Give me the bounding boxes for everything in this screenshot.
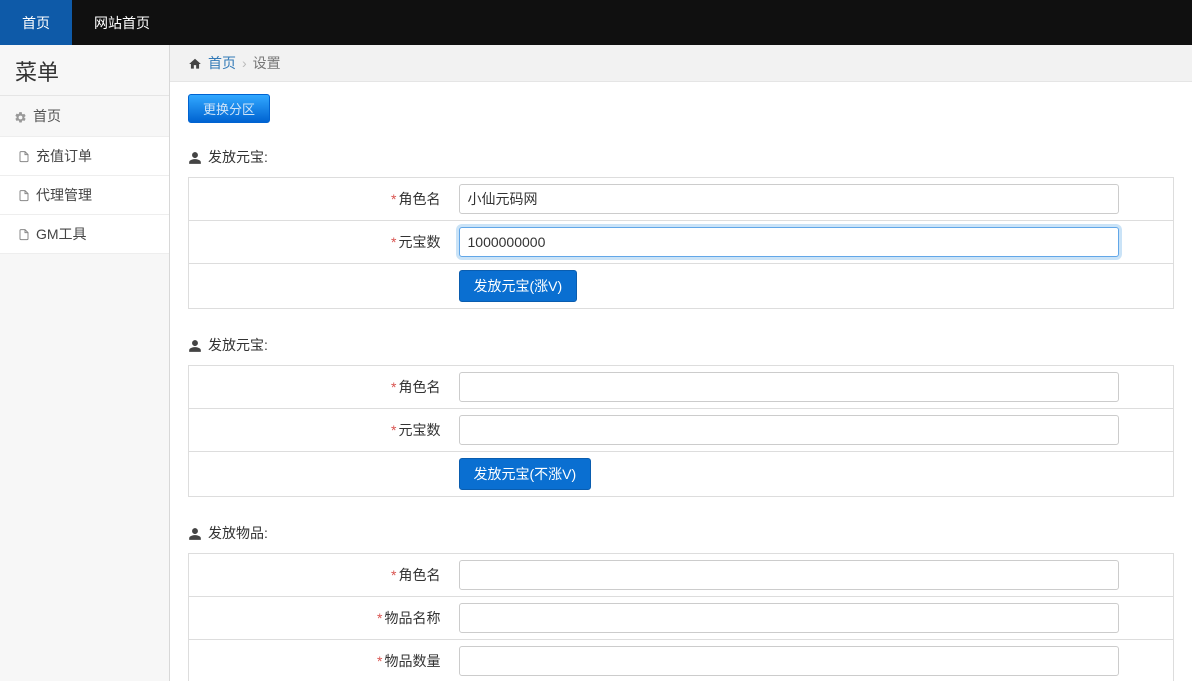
main-content: 首页 › 设置 更换分区 发放元宝: *角色名 *元宝数 xyxy=(170,45,1192,681)
tab-home[interactable]: 首页 xyxy=(0,0,72,45)
role-name-input[interactable] xyxy=(459,372,1119,402)
breadcrumb: 首页 › 设置 xyxy=(170,45,1192,82)
tab-site-home-label: 网站首页 xyxy=(94,13,150,33)
item-qty-input[interactable] xyxy=(459,646,1119,676)
sidebar-group-header-label: 首页 xyxy=(33,106,61,126)
section-title-text: 发放元宝: xyxy=(208,147,268,167)
change-zone-button[interactable]: 更换分区 xyxy=(188,94,270,123)
label-cell: *元宝数 xyxy=(189,409,449,452)
form-item: *角色名 *物品名称 *物品数量 发放物品 xyxy=(188,553,1174,681)
sidebar-item-gm-tools[interactable]: GM工具 xyxy=(0,215,169,254)
sidebar-item-recharge[interactable]: 充值订单 xyxy=(0,136,169,176)
field-label: 元宝数 xyxy=(399,234,441,250)
gear-icon xyxy=(14,108,27,123)
role-name-input[interactable] xyxy=(459,560,1119,590)
section-title-text: 发放物品: xyxy=(208,523,268,543)
top-nav: 首页 网站首页 xyxy=(0,0,1192,45)
field-label: 角色名 xyxy=(399,567,441,583)
section-title-yuanbao-novip: 发放元宝: xyxy=(188,335,1174,355)
home-icon xyxy=(188,55,202,71)
label-cell: *角色名 xyxy=(189,366,449,409)
sidebar: 菜单 首页 充值订单 代理管理 xyxy=(0,45,170,681)
file-icon xyxy=(18,188,30,203)
label-cell xyxy=(189,264,449,309)
section-title-yuanbao-vip: 发放元宝: xyxy=(188,147,1174,167)
person-icon xyxy=(188,525,202,541)
give-yuanbao-novip-button[interactable]: 发放元宝(不涨V) xyxy=(459,458,592,490)
yuanbao-amount-input[interactable] xyxy=(459,227,1119,257)
label-cell: *物品数量 xyxy=(189,640,449,681)
section-title-text: 发放元宝: xyxy=(208,335,268,355)
person-icon xyxy=(188,149,202,165)
label-cell: *物品名称 xyxy=(189,597,449,640)
tab-home-label: 首页 xyxy=(22,13,50,33)
label-cell: *角色名 xyxy=(189,178,449,221)
breadcrumb-home-link[interactable]: 首页 xyxy=(208,53,236,73)
section-title-item: 发放物品: xyxy=(188,523,1174,543)
tab-site-home[interactable]: 网站首页 xyxy=(72,0,172,45)
breadcrumb-current: 设置 xyxy=(253,53,281,73)
field-label: 物品名称 xyxy=(385,610,441,626)
label-cell: *元宝数 xyxy=(189,221,449,264)
sidebar-group: 首页 充值订单 代理管理 GM工具 xyxy=(0,95,169,254)
file-icon xyxy=(18,227,30,242)
person-icon xyxy=(188,337,202,353)
breadcrumb-separator: › xyxy=(242,55,247,71)
sidebar-group-header[interactable]: 首页 xyxy=(0,96,169,136)
give-yuanbao-vip-button[interactable]: 发放元宝(涨V) xyxy=(459,270,578,302)
sidebar-item-label: GM工具 xyxy=(36,226,87,242)
label-cell: *角色名 xyxy=(189,554,449,597)
field-label: 角色名 xyxy=(399,191,441,207)
yuanbao-amount-input[interactable] xyxy=(459,415,1119,445)
form-yuanbao-vip: *角色名 *元宝数 发放元宝(涨V) xyxy=(188,177,1174,309)
field-label: 角色名 xyxy=(399,379,441,395)
item-name-input[interactable] xyxy=(459,603,1119,633)
sidebar-item-label: 充值订单 xyxy=(36,148,92,164)
field-label: 物品数量 xyxy=(385,653,441,669)
form-yuanbao-novip: *角色名 *元宝数 发放元宝(不涨V) xyxy=(188,365,1174,497)
sidebar-title: 菜单 xyxy=(0,45,169,95)
sidebar-item-agent[interactable]: 代理管理 xyxy=(0,176,169,215)
label-cell xyxy=(189,452,449,497)
sidebar-item-label: 代理管理 xyxy=(36,187,92,203)
content: 更换分区 发放元宝: *角色名 *元宝数 发放元宝( xyxy=(170,82,1192,681)
file-icon xyxy=(18,149,30,164)
role-name-input[interactable] xyxy=(459,184,1119,214)
field-label: 元宝数 xyxy=(399,422,441,438)
